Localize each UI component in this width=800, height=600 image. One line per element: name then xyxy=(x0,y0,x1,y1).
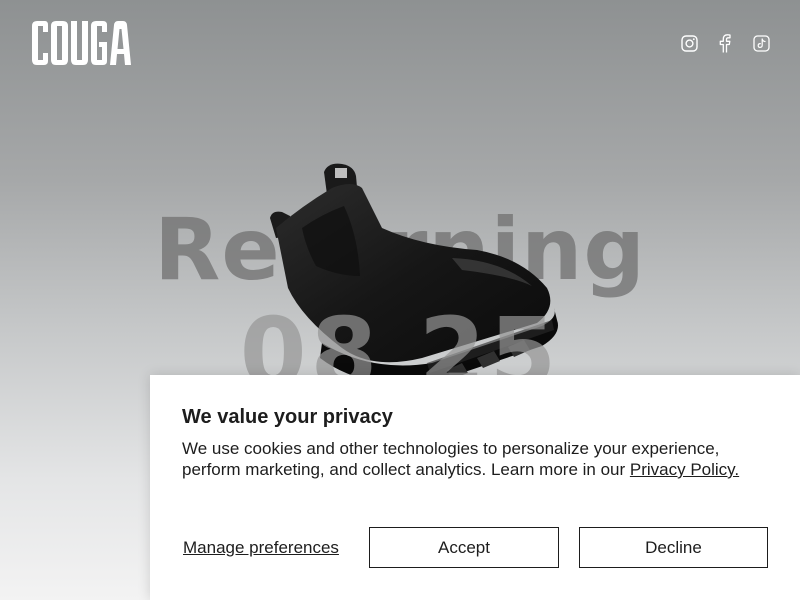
cookie-banner-title: We value your privacy xyxy=(182,406,393,428)
manage-preferences-button[interactable]: Manage preferences xyxy=(183,538,339,558)
cougar-logo[interactable] xyxy=(30,20,140,66)
tiktok-link[interactable] xyxy=(752,33,770,53)
facebook-link[interactable] xyxy=(716,33,734,53)
facebook-icon xyxy=(719,33,731,52)
cookie-banner-body: We use cookies and other technologies to… xyxy=(182,438,772,480)
site-header xyxy=(0,0,800,90)
tiktok-icon xyxy=(752,34,770,52)
page: Returning 08 25 We value your privacy We… xyxy=(0,0,800,600)
accept-button[interactable]: Accept xyxy=(369,527,559,568)
cookie-consent-banner: We value your privacy We use cookies and… xyxy=(150,375,800,600)
social-links xyxy=(680,33,770,53)
cougar-logo-mark xyxy=(32,21,131,65)
instagram-icon xyxy=(680,34,698,52)
decline-button[interactable]: Decline xyxy=(579,527,768,568)
instagram-link[interactable] xyxy=(680,33,698,53)
privacy-policy-link[interactable]: Privacy Policy. xyxy=(630,460,739,479)
